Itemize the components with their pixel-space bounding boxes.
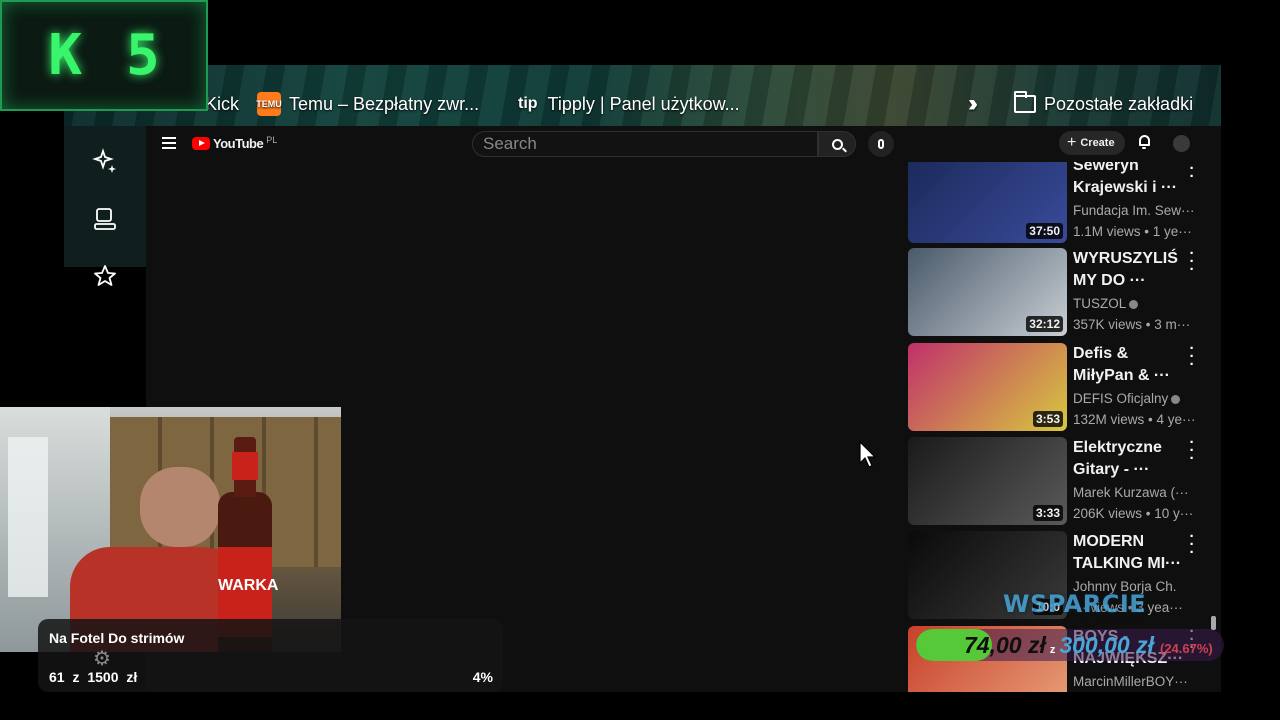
microphone-icon <box>878 139 884 149</box>
sparkle-icon[interactable] <box>91 147 119 175</box>
star-icon[interactable] <box>91 262 119 290</box>
computer-icon[interactable] <box>91 205 119 233</box>
channel-label: DEFIS Oficjalny <box>1073 391 1169 406</box>
youtube-logo[interactable]: YouTube PL <box>192 134 278 151</box>
bookmark-kick[interactable]: Kick <box>205 91 239 117</box>
bookmark-label: Kick <box>205 93 240 114</box>
channel-name[interactable]: TUSZOL <box>1073 296 1201 311</box>
menu-icon[interactable] <box>162 137 176 149</box>
video-meta: 132M views • 4 ye··· <box>1073 412 1196 427</box>
channel-name[interactable]: Marek Kurzawa (··· <box>1073 485 1201 500</box>
goal-progress: 61 z 1500 zł <box>49 669 138 685</box>
recommendation-item[interactable]: 3:33 Elektryczne Gitary - ··· Marek Kurzaw… <box>908 435 1208 525</box>
channel-name[interactable]: DEFIS Oficjalny <box>1073 391 1201 406</box>
webcam-feed: WARKA <box>0 407 341 652</box>
channel-label: Marek Kurzawa (··· <box>1073 485 1189 500</box>
video-title[interactable]: Elektryczne Gitary - ··· <box>1073 437 1185 481</box>
gear-icon: ⚙ <box>93 648 111 670</box>
video-title[interactable]: MODERN TALKING MI··· <box>1073 531 1185 575</box>
verified-icon <box>1129 299 1139 309</box>
video-meta: 206K views • 10 y··· <box>1073 506 1194 521</box>
folder-icon <box>1014 91 1036 113</box>
mouse-cursor-icon <box>859 441 877 468</box>
temu-icon: TEMU <box>256 92 282 116</box>
recommendation-item[interactable]: 3:53 Defis & MiłyPan & ··· DEFIS Oficjalny… <box>908 341 1208 431</box>
video-title[interactable]: Defis & MiłyPan & ··· <box>1073 343 1185 387</box>
bookmarks-bar: Kick TEMU Temu – Bezpłatny zwr... tip Ti… <box>64 65 1221 126</box>
recommendation-item[interactable]: 37:50 Seweryn Krajewski i ··· Fundacja Im.… <box>908 162 1208 243</box>
more-options-icon[interactable]: ··· <box>1188 246 1196 277</box>
video-title[interactable]: WYRUSZYLIŚ MY DO ··· <box>1073 248 1185 292</box>
video-meta: 1.1M views • 1 ye··· <box>1073 224 1192 239</box>
bookmark-label: Tipply | Panel użytkow... <box>547 93 740 114</box>
more-options-icon[interactable]: ··· <box>1188 435 1196 466</box>
video-duration: 3:33 <box>1032 505 1063 521</box>
video-thumbnail[interactable]: 37:50 <box>908 162 1067 243</box>
kick-letter: K <box>48 23 82 88</box>
channel-name[interactable]: MarcinMillerBOY··· <box>1073 674 1201 689</box>
plus-icon: + <box>1067 134 1077 151</box>
channel-label: MarcinMillerBOY··· <box>1073 674 1188 689</box>
donation-goal: Na Fotel Do strimów ⚙ 61 z 1500 zł 4% <box>38 619 503 692</box>
avatar[interactable] <box>1173 135 1190 152</box>
search-box <box>472 131 818 157</box>
recommendation-item[interactable]: 32:12 WYRUSZYLIŚ MY DO ··· TUSZOL 357K view… <box>908 246 1208 336</box>
video-thumbnail[interactable]: 3:53 <box>908 343 1067 431</box>
video-meta: 357K views • 3 m··· <box>1073 317 1191 332</box>
scrollbar[interactable] <box>1211 616 1216 630</box>
double-chevron-icon[interactable]: ›› <box>968 90 978 117</box>
search-button[interactable] <box>818 131 856 157</box>
goal-percent: 4% <box>472 669 493 685</box>
voice-search-button[interactable] <box>868 131 894 157</box>
more-options-icon[interactable]: ··· <box>1188 529 1196 560</box>
search-input[interactable] <box>473 132 817 156</box>
support-separator: z <box>1049 644 1056 656</box>
video-thumbnail[interactable]: 32:12 <box>908 248 1067 336</box>
other-bookmarks[interactable]: Pozostałe zakładki <box>1014 91 1193 117</box>
video-duration: 3:53 <box>1032 411 1063 427</box>
support-target: 300,00 zł <box>1059 632 1154 658</box>
bookmark-tipply[interactable]: tip Tipply | Panel użytkow... <box>518 91 740 117</box>
bookmark-label: Temu – Bezpłatny zwr... <box>289 93 480 114</box>
verified-icon <box>1171 394 1181 404</box>
create-button[interactable]: + Create <box>1059 131 1125 155</box>
kick-number: 5 <box>126 23 160 88</box>
notifications-bell-icon[interactable] <box>1137 135 1151 151</box>
goal-title: Na Fotel Do strimów <box>49 630 185 646</box>
country-code: PL <box>266 134 278 145</box>
other-bookmarks-label: Pozostałe zakładki <box>1044 93 1194 114</box>
more-options-icon[interactable]: ··· <box>1188 341 1196 372</box>
kick-overlay: K 5 <box>0 0 208 111</box>
youtube-header: YouTube PL + Create <box>146 126 1221 162</box>
tipply-icon: tip <box>518 95 538 112</box>
support-title: WSPARCIE <box>1003 590 1147 618</box>
bookmark-temu[interactable]: TEMU Temu – Bezpłatny zwr... <box>256 91 480 117</box>
video-duration: 37:50 <box>1026 223 1063 239</box>
channel-label: Fundacja Im. Sew··· <box>1073 203 1195 218</box>
youtube-play-icon <box>192 137 210 150</box>
support-percent: (24.67%) <box>1159 641 1213 656</box>
video-title[interactable]: Seweryn Krajewski i ··· <box>1073 162 1185 199</box>
video-duration: 32:12 <box>1026 316 1063 332</box>
channel-label: TUSZOL <box>1073 296 1127 311</box>
create-label: Create <box>1080 137 1115 149</box>
support-current: 74,00 zł <box>964 632 1046 658</box>
youtube-logo-text: YouTube <box>213 136 264 151</box>
support-progress-bar: 74,00 zł z 300,00 zł (24.67%) <box>916 629 1224 661</box>
search-icon <box>831 138 843 150</box>
channel-name[interactable]: Fundacja Im. Sew··· <box>1073 203 1201 218</box>
video-thumbnail[interactable]: 3:33 <box>908 437 1067 525</box>
more-options-icon[interactable]: ··· <box>1188 162 1196 184</box>
